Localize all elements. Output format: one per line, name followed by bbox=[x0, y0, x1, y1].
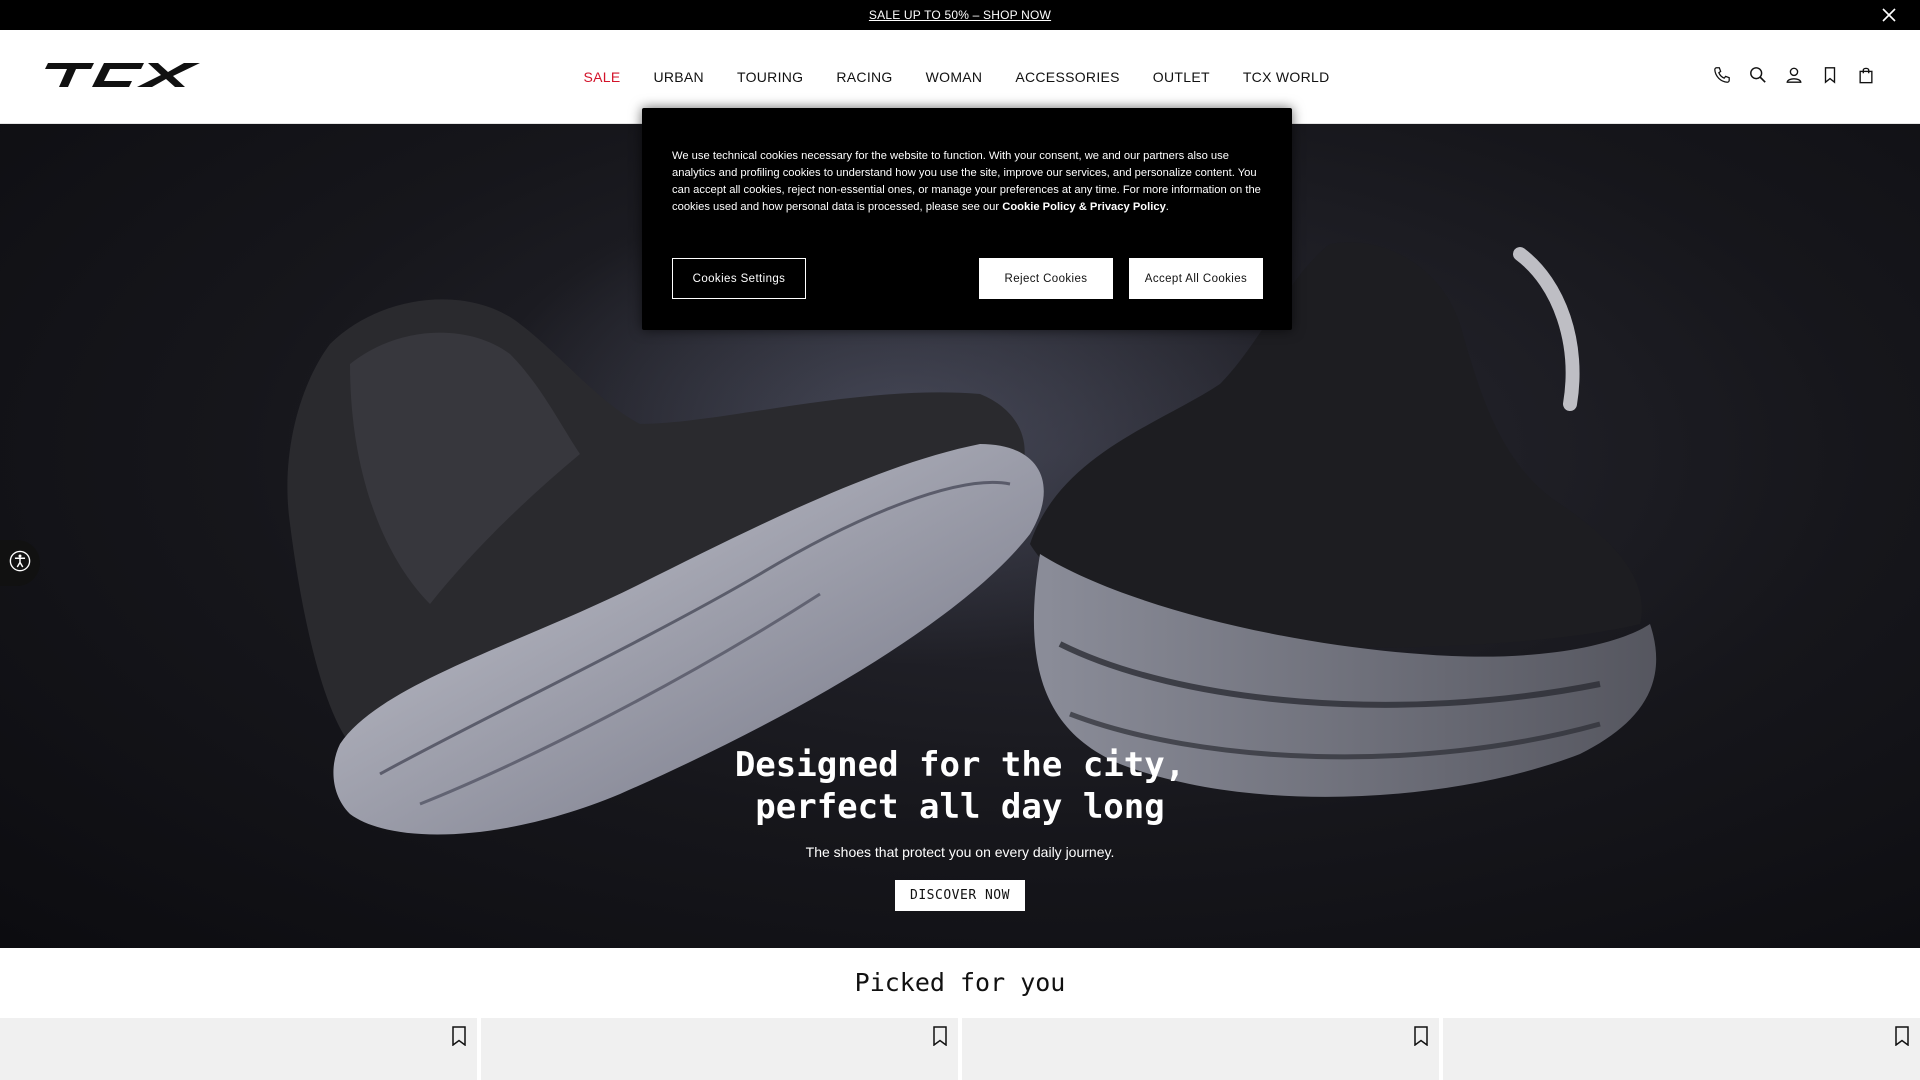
account-icon[interactable] bbox=[1784, 64, 1804, 86]
nav-item-urban[interactable]: URBAN bbox=[653, 69, 704, 85]
phone-icon[interactable] bbox=[1712, 64, 1732, 86]
bag-icon[interactable] bbox=[1856, 64, 1876, 86]
reject-cookies-button[interactable]: Reject Cookies bbox=[979, 258, 1113, 299]
accept-all-cookies-button[interactable]: Accept All Cookies bbox=[1129, 258, 1263, 299]
product-cards bbox=[0, 1018, 1920, 1080]
cookie-consent-dialog: We use technical cookies necessary for t… bbox=[642, 108, 1292, 330]
nav-item-woman[interactable]: WOMAN bbox=[926, 69, 983, 85]
picked-section-header: Picked for you bbox=[0, 948, 1920, 1018]
product-card[interactable] bbox=[0, 1018, 477, 1080]
promo-link[interactable]: SALE UP TO 50% – SHOP NOW bbox=[869, 8, 1051, 22]
nav-item-racing[interactable]: RACING bbox=[836, 69, 892, 85]
nav-item-tcx-world[interactable]: TCX WORLD bbox=[1243, 69, 1330, 85]
cookie-policy-link[interactable]: Cookie Policy & Privacy Policy bbox=[1002, 201, 1166, 213]
cookie-period: . bbox=[1165, 201, 1169, 213]
cookies-settings-button[interactable]: Cookies Settings bbox=[672, 258, 806, 299]
hero-title: Designed for the city, perfect all day l… bbox=[0, 744, 1920, 828]
nav-item-accessories[interactable]: ACCESSORIES bbox=[1015, 69, 1119, 85]
discover-now-button[interactable]: DISCOVER NOW bbox=[895, 880, 1025, 911]
hero-title-line-2: perfect all day long bbox=[755, 787, 1165, 827]
nav-item-sale[interactable]: SALE bbox=[583, 69, 620, 85]
header-icons bbox=[1712, 64, 1876, 86]
brand-logo[interactable] bbox=[44, 61, 204, 89]
product-card[interactable] bbox=[1443, 1018, 1920, 1080]
cookie-text: We use technical cookies necessary for t… bbox=[672, 148, 1262, 216]
nav-item-touring[interactable]: TOURING bbox=[737, 69, 803, 85]
promo-bar: SALE UP TO 50% – SHOP NOW bbox=[0, 0, 1920, 30]
product-card[interactable] bbox=[962, 1018, 1439, 1080]
bookmark-icon[interactable] bbox=[451, 1026, 467, 1047]
cookie-buttons: Cookies Settings Reject Cookies Accept A… bbox=[672, 258, 1263, 299]
close-icon[interactable] bbox=[1880, 6, 1898, 24]
cookie-body: We use technical cookies necessary for t… bbox=[672, 150, 1261, 213]
wishlist-icon[interactable] bbox=[1820, 64, 1840, 86]
nav-item-outlet[interactable]: OUTLET bbox=[1153, 69, 1210, 85]
hero-text-block: Designed for the city, perfect all day l… bbox=[0, 744, 1920, 911]
hero-subtitle: The shoes that protect you on every dail… bbox=[805, 844, 1115, 860]
search-icon[interactable] bbox=[1748, 64, 1768, 86]
bookmark-icon[interactable] bbox=[932, 1026, 948, 1047]
bookmark-icon[interactable] bbox=[1413, 1026, 1429, 1047]
hero-title-line-1: Designed for the city, bbox=[734, 745, 1186, 785]
product-card[interactable] bbox=[481, 1018, 958, 1080]
bookmark-icon[interactable] bbox=[1894, 1026, 1910, 1047]
accessibility-icon bbox=[9, 550, 31, 577]
picked-title: Picked for you bbox=[854, 968, 1066, 997]
